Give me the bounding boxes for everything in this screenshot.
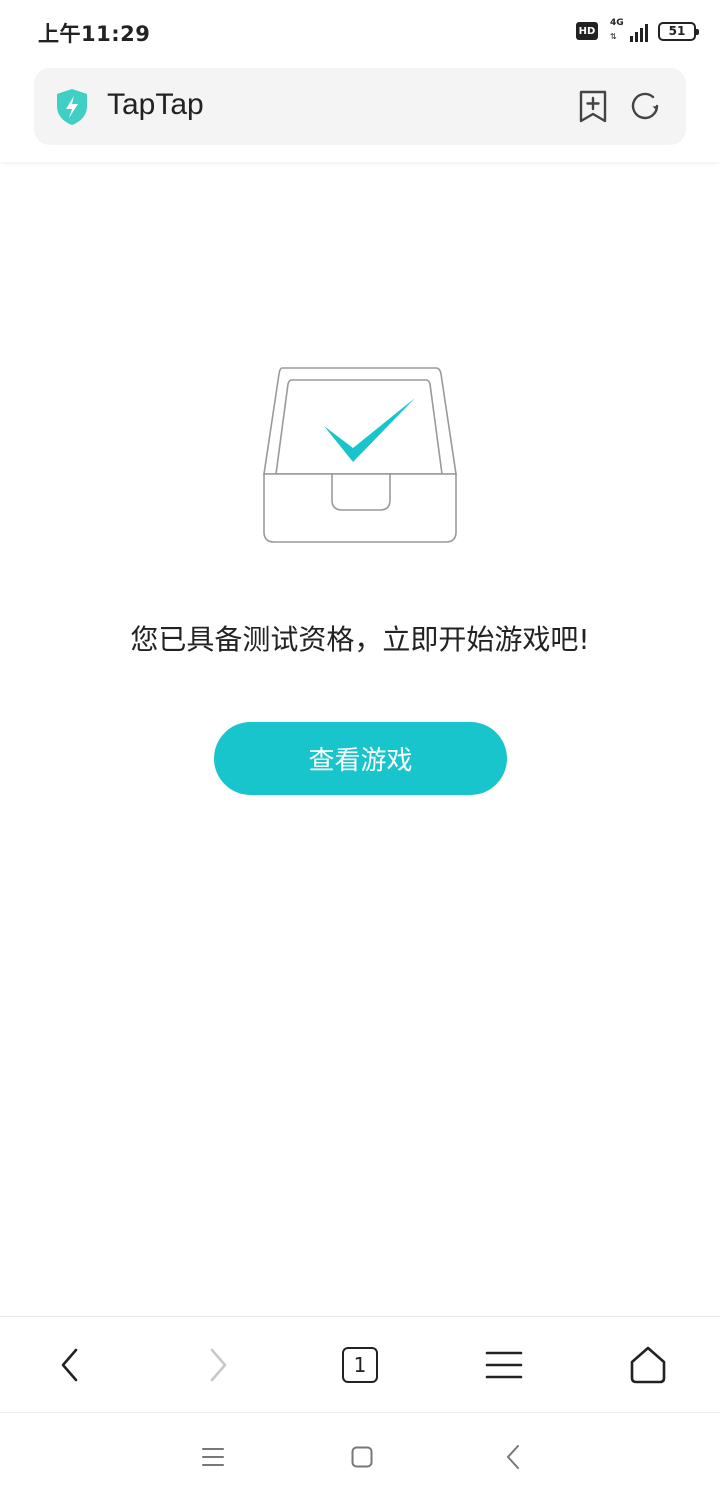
home-square-icon bbox=[351, 1446, 373, 1468]
cellular-signal-icon: 4G ⇅ bbox=[608, 18, 648, 42]
signal-bars bbox=[630, 24, 648, 42]
back-button[interactable] bbox=[48, 1343, 92, 1387]
chevron-left-icon bbox=[61, 1348, 78, 1382]
home-button[interactable] bbox=[626, 1343, 670, 1387]
forward-button[interactable] bbox=[196, 1343, 240, 1387]
system-back-button[interactable] bbox=[497, 1441, 529, 1473]
browser-toolbar: 1 bbox=[0, 1316, 720, 1412]
back-icon bbox=[507, 1445, 519, 1469]
recents-button[interactable] bbox=[197, 1441, 229, 1473]
browser-header: TapTap bbox=[0, 62, 720, 162]
eligibility-message: 您已具备测试资格，立即开始游戏吧! bbox=[130, 623, 590, 656]
recents-icon bbox=[202, 1448, 224, 1466]
menu-button[interactable] bbox=[482, 1343, 526, 1387]
menu-icon bbox=[485, 1351, 523, 1379]
tabs-button[interactable]: 1 bbox=[338, 1343, 382, 1387]
drawer-checkmark-icon bbox=[263, 367, 457, 543]
network-type-label: 4G bbox=[610, 18, 624, 28]
address-bar[interactable]: TapTap bbox=[34, 68, 686, 145]
battery-level: 51 bbox=[668, 24, 686, 38]
add-bookmark-icon[interactable] bbox=[574, 87, 612, 125]
chevron-right-icon bbox=[210, 1348, 227, 1382]
status-time: 上午11:29 bbox=[38, 22, 151, 46]
status-bar: 上午11:29 HD 4G ⇅ 51 bbox=[0, 0, 720, 62]
site-name: TapTap bbox=[107, 88, 204, 121]
system-home-button[interactable] bbox=[346, 1441, 378, 1473]
status-icons: HD 4G ⇅ 51 bbox=[576, 18, 699, 44]
home-icon bbox=[630, 1346, 666, 1384]
data-activity-icon: ⇅ bbox=[610, 32, 617, 41]
hd-icon: HD bbox=[576, 22, 598, 40]
shield-lightning-icon bbox=[57, 89, 87, 125]
battery-icon: 51 bbox=[658, 21, 699, 41]
tab-count: 1 bbox=[342, 1347, 378, 1383]
system-navigation-bar bbox=[0, 1412, 720, 1499]
refresh-icon[interactable] bbox=[626, 87, 664, 125]
view-game-button[interactable]: 查看游戏 bbox=[214, 722, 507, 795]
